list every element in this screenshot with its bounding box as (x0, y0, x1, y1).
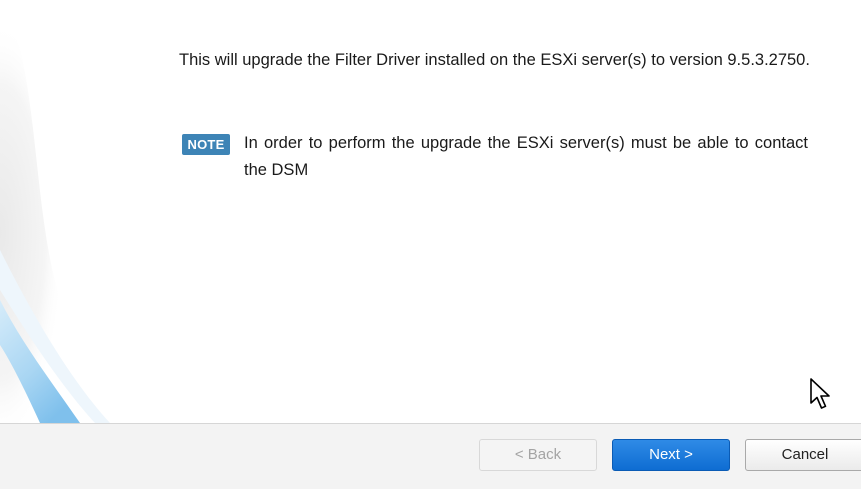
upgrade-wizard-window: This will upgrade the Filter Driver inst… (0, 0, 861, 489)
note-text: In order to perform the upgrade the ESXi… (244, 134, 808, 179)
upgrade-description: This will upgrade the Filter Driver inst… (179, 51, 810, 69)
cancel-button[interactable]: Cancel (745, 439, 861, 471)
wizard-footer: < Back Next > Cancel (0, 423, 861, 489)
mouse-pointer-icon (810, 378, 830, 409)
wizard-content: This will upgrade the Filter Driver inst… (0, 0, 861, 423)
note-badge: NOTE (182, 134, 230, 155)
next-button[interactable]: Next > (612, 439, 730, 471)
back-button[interactable]: < Back (479, 439, 597, 471)
